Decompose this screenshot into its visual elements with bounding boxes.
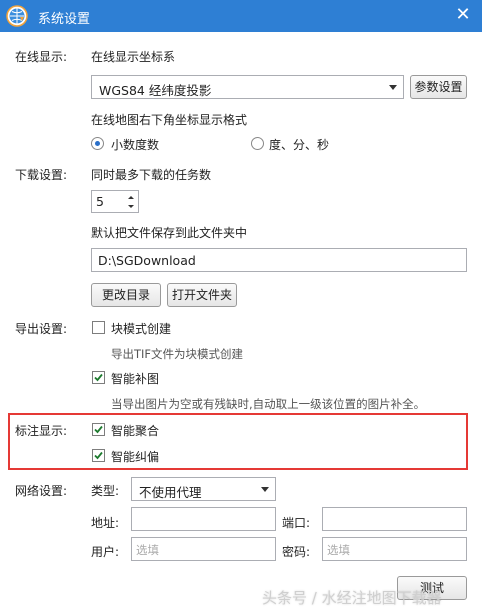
folder-path-value: D:\SGDownload <box>98 253 196 268</box>
close-icon[interactable]: ✕ <box>452 4 474 26</box>
password-label: 密码: <box>282 545 311 559</box>
network-section-label: 网络设置: <box>15 484 68 498</box>
block-mode-hint: 导出TIF文件为块模式创建 <box>111 347 244 361</box>
max-tasks-value: 5 <box>96 194 104 209</box>
password-input[interactable]: 选填 <box>322 537 467 561</box>
export-section-label: 导出设置: <box>15 322 68 336</box>
max-tasks-stepper[interactable]: 5 <box>91 190 139 213</box>
smart-merge-checkbox[interactable] <box>92 423 105 436</box>
user-input[interactable]: 选填 <box>131 537 276 561</box>
spin-up-icon[interactable] <box>126 193 136 202</box>
radio-dms[interactable] <box>251 137 264 150</box>
globe-app-icon <box>6 5 28 27</box>
smart-fill-checkbox[interactable] <box>92 371 105 384</box>
watermark-text: 头条号 / 水经注地图下载器 <box>262 589 442 607</box>
change-dir-button[interactable]: 更改目录 <box>91 283 161 307</box>
smart-merge-label: 智能聚合 <box>111 424 160 438</box>
port-input[interactable] <box>322 507 467 531</box>
max-tasks-label: 同时最多下载的任务数 <box>91 168 212 182</box>
coord-system-value: WGS84 经纬度投影 <box>99 83 212 98</box>
param-settings-button[interactable]: 参数设置 <box>410 75 467 99</box>
proxy-type-select[interactable]: 不使用代理 <box>131 477 276 501</box>
folder-path-input[interactable]: D:\SGDownload <box>91 248 467 272</box>
checkmark-icon <box>94 373 103 382</box>
annotation-section-label: 标注显示: <box>15 424 68 438</box>
chevron-down-icon <box>389 85 397 90</box>
radio-decimal-degrees[interactable] <box>91 137 104 150</box>
annotation-highlight-box <box>8 413 468 470</box>
spin-down-icon[interactable] <box>126 202 136 211</box>
user-placeholder: 选填 <box>136 543 159 557</box>
smart-fill-label: 智能补图 <box>111 372 160 386</box>
open-folder-button[interactable]: 打开文件夹 <box>167 283 237 307</box>
radio-decimal-degrees-label: 小数度数 <box>111 138 160 152</box>
smart-correct-checkbox[interactable] <box>92 449 105 462</box>
folder-label: 默认把文件保存到此文件夹中 <box>91 226 248 240</box>
proxy-type-label: 类型: <box>91 484 120 498</box>
chevron-down-icon <box>261 487 269 492</box>
radio-dms-label: 度、分、秒 <box>269 138 330 152</box>
password-placeholder: 选填 <box>327 543 350 557</box>
title-bar: 系统设置 ✕ <box>0 0 482 32</box>
window-title: 系统设置 <box>38 12 91 27</box>
coord-system-label: 在线显示坐标系 <box>91 50 176 64</box>
online-section-label: 在线显示: <box>15 50 68 64</box>
checkmark-icon <box>94 425 103 434</box>
block-mode-checkbox[interactable] <box>92 321 105 334</box>
coord-format-label: 在线地图右下角坐标显示格式 <box>91 113 248 127</box>
download-section-label: 下载设置: <box>15 168 68 182</box>
smart-correct-label: 智能纠偏 <box>111 450 160 464</box>
proxy-type-value: 不使用代理 <box>139 485 202 500</box>
checkmark-icon <box>94 451 103 460</box>
user-label: 用户: <box>91 545 120 559</box>
port-label: 端口: <box>282 516 311 530</box>
smart-fill-hint: 当导出图片为空或有残缺时,自动取上一级该位置的图片补全。 <box>111 397 426 411</box>
block-mode-label: 块模式创建 <box>111 322 172 336</box>
address-label: 地址: <box>91 516 120 530</box>
address-input[interactable] <box>131 507 276 531</box>
coord-system-select[interactable]: WGS84 经纬度投影 <box>91 75 404 99</box>
